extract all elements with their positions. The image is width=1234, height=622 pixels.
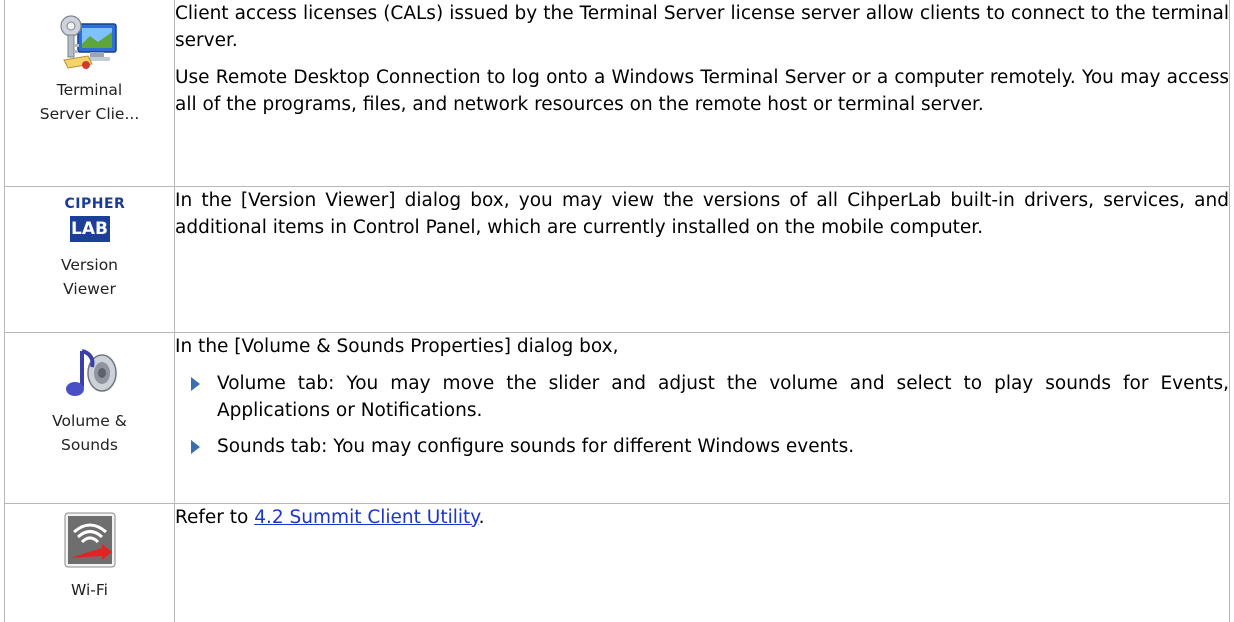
label-line: Version	[61, 255, 118, 274]
paragraph: Client access licenses (CALs) issued by …	[175, 3, 1229, 51]
table-row: Volume & Sounds In the [Volume & Sounds …	[4, 331, 1230, 504]
list-item: Volume tab: You may move the slider and …	[191, 370, 1229, 424]
table-row: Terminal Server Clie... Client access li…	[4, 0, 1230, 187]
description-cell: Refer to 4.2 Summit Client Utility.	[174, 502, 1230, 622]
icon-cell: Volume & Sounds	[4, 331, 175, 504]
control-panel-table: Terminal Server Clie... Client access li…	[4, 0, 1230, 622]
label-line: Terminal	[56, 81, 123, 99]
bullet-triangle-icon	[191, 376, 200, 391]
icon-cell: Wi-Fi	[4, 502, 175, 622]
terminal-server-client-icon	[58, 10, 122, 74]
paragraph: Refer to 4.2 Summit Client Utility.	[175, 504, 1229, 531]
paragraph: In the [Volume & Sounds Properties] dial…	[175, 335, 619, 357]
table-row: Wi-Fi Refer to 4.2 Summit Client Utility…	[4, 502, 1230, 622]
icon-cell: CIPHER LAB Version Viewer	[4, 185, 175, 333]
icon-cell: Terminal Server Clie...	[4, 0, 175, 187]
icon-label: Volume & Sounds	[5, 409, 174, 457]
label-line: Viewer	[63, 279, 116, 298]
label-line: Wi-Fi	[71, 580, 108, 599]
label-line: Volume &	[52, 411, 127, 430]
icon-label: Wi-Fi	[5, 578, 174, 602]
cipherlab-logo-icon: CIPHER LAB	[64, 195, 126, 247]
bullet-text: Sounds tab: You may configure sounds for…	[217, 435, 855, 457]
label-line: Server Clie...	[39, 105, 140, 123]
volume-sounds-icon	[58, 343, 122, 407]
list-item: Sounds tab: You may configure sounds for…	[191, 433, 1229, 460]
bullet-text: Volume tab: You may move the slider and …	[217, 372, 1229, 421]
summit-client-utility-link[interactable]: 4.2 Summit Client Utility	[254, 507, 478, 528]
logo-top-text: CIPHER	[64, 195, 126, 212]
paragraph: Use Remote Desktop Connection to log ont…	[175, 67, 1229, 115]
label-line: Sounds	[61, 435, 118, 454]
icon-label: Version Viewer	[5, 253, 174, 301]
description-cell: Client access licenses (CALs) issued by …	[174, 0, 1230, 187]
table-row: CIPHER LAB Version Viewer In the [Versio…	[4, 185, 1230, 333]
bullet-triangle-icon	[191, 439, 200, 454]
wifi-icon	[64, 512, 116, 568]
paragraph-text: Refer to	[175, 506, 255, 528]
bullet-list: Volume tab: You may move the slider and …	[175, 370, 1229, 460]
paragraph-text: .	[478, 506, 485, 528]
description-cell: In the [Volume & Sounds Properties] dial…	[174, 331, 1230, 504]
description-cell: In the [Version Viewer] dialog box, you …	[174, 185, 1230, 333]
logo-bottom-text: LAB	[69, 215, 110, 242]
paragraph: In the [Version Viewer] dialog box, you …	[175, 189, 1229, 238]
icon-label: Terminal Server Clie...	[5, 78, 174, 126]
